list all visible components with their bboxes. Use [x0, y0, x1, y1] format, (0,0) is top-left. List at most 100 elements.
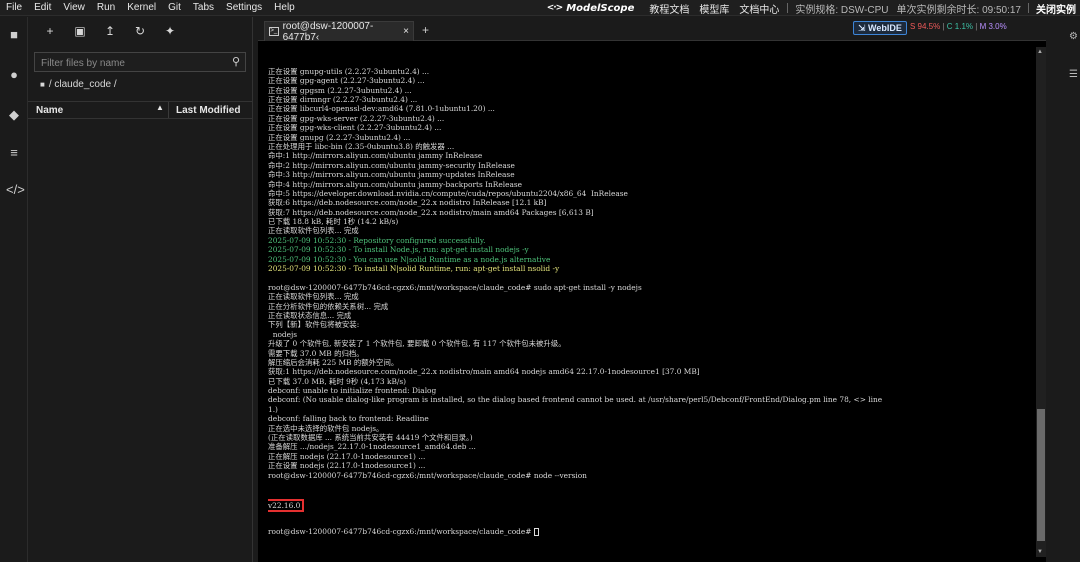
scroll-down-icon[interactable]: ▼	[1037, 549, 1043, 555]
scroll-up-icon[interactable]: ▲	[1037, 49, 1043, 55]
terminal-icon: >_	[269, 27, 279, 36]
folder-icon[interactable]: ■	[6, 27, 22, 43]
terminal-line: 2025-07-09 10:52:30 - You can use N|soli…	[268, 254, 551, 264]
menu-run[interactable]: Run	[91, 0, 121, 16]
git-clone-icon[interactable]: ✦	[158, 21, 182, 41]
sort-caret-up-icon[interactable]: ▲	[156, 103, 164, 112]
terminal-line: 获取:7 https://deb.nodesource.com/node_22.…	[268, 207, 594, 217]
metric-c: C 1.1%	[946, 22, 974, 31]
metric-m: M 3.0%	[979, 22, 1007, 31]
terminal-line: 2025-07-09 10:52:30 - Repository configu…	[268, 235, 486, 245]
menu-file[interactable]: File	[0, 0, 28, 16]
terminal-line: 已下载 18.8 kB, 耗时 1秒 (14.2 kB/s)	[268, 217, 399, 227]
terminal-scrollbar[interactable]: ▲ ▼	[1036, 47, 1046, 557]
terminal-line: 命中:3 http://mirrors.aliyun.com/ubuntu ja…	[268, 170, 515, 180]
link-model-hub[interactable]: 模型库	[694, 1, 734, 16]
resource-metrics: S 94.5% | C 1.1% | M 3.0%	[910, 22, 1007, 31]
settings-icon[interactable]: ⚙	[1069, 31, 1078, 42]
tab-terminal[interactable]: >_ root@dsw-1200007-6477b7‹ ×	[264, 21, 414, 43]
terminal-line: root@dsw-1200007-6477b746cd-cgzx6:/mnt/w…	[268, 470, 587, 480]
terminal-line: 正在设置 gpgsm (2.2.27-3ubuntu2.4) ...	[268, 85, 412, 95]
search-icon[interactable]: ⚲	[232, 55, 240, 68]
link-doc-center[interactable]: 文档中心	[734, 1, 784, 16]
scrollbar-thumb[interactable]	[1037, 409, 1045, 541]
terminal-line: 正在选中未选择的软件包 nodejs。	[268, 423, 384, 433]
filter-files-input[interactable]	[35, 54, 215, 73]
menu-help[interactable]: Help	[268, 0, 301, 16]
terminal-lines: 正在设置 gnupg-utils (2.2.27-3ubuntu2.4) ...…	[268, 67, 1034, 480]
terminal-line: 准备解压 .../nodejs_22.17.0-1nodesource1_amd…	[268, 442, 476, 452]
terminal-output[interactable]: 正在设置 gnupg-utils (2.2.27-3ubuntu2.4) ...…	[268, 48, 1034, 556]
code-icon[interactable]: </>	[6, 182, 25, 198]
terminal-line: 命中:5 https://developer.download.nvidia.c…	[268, 188, 628, 198]
close-instance-button[interactable]: 关闭实例	[1032, 1, 1080, 16]
upload-icon[interactable]: ↥	[98, 21, 122, 41]
right-sidebar: ⚙ ☰	[1066, 17, 1080, 562]
menu-edit[interactable]: Edit	[28, 0, 57, 16]
terminal-line: 2025-07-09 10:52:30 - To install Node.js…	[268, 245, 529, 255]
final-prompt: root@dsw-1200007-6477b746cd-cgzx6:/mnt/w…	[268, 527, 534, 537]
terminal-line: 正在设置 nodejs (22.17.0-1nodesource1) ...	[268, 461, 426, 471]
column-divider[interactable]	[168, 102, 169, 118]
folder-icon[interactable]: ■	[40, 80, 45, 89]
terminal-line: 正在设置 gpg-wks-client (2.2.27-3ubuntu2.4) …	[268, 123, 442, 133]
webide-label: WebIDE	[868, 23, 902, 33]
terminal-line: 正在读取软件包列表... 完成	[268, 226, 359, 236]
webide-button[interactable]: ⇲ WebIDE	[853, 21, 907, 35]
new-tab-button[interactable]: +	[422, 23, 429, 37]
terminal-cursor	[533, 528, 539, 537]
metric-s: S 94.5%	[910, 22, 941, 31]
terminal-line: 获取:1 https://deb.nodesource.com/node_22.…	[268, 367, 700, 377]
terminal-prompt-line: root@dsw-1200007-6477b746cd-cgzx6:/mnt/w…	[268, 527, 1034, 537]
new-folder-icon[interactable]: ▣	[68, 21, 92, 41]
menu-git[interactable]: Git	[162, 0, 187, 16]
running-icon[interactable]: ●	[6, 67, 22, 83]
terminal-line: 正在设置 gpg-wks-server (2.2.27-3ubuntu2.4) …	[268, 113, 445, 123]
activity-bar: ■ ● ◆ ≡ </>	[0, 17, 28, 562]
menu-view[interactable]: View	[57, 0, 91, 16]
terminal-line: 已下载 37.0 MB, 耗时 9秒 (4,173 kB/s)	[268, 376, 407, 386]
terminal-line: 获取:6 https://deb.nodesource.com/node_22.…	[268, 198, 547, 208]
terminal-line: 命中:2 http://mirrors.aliyun.com/ubuntu ja…	[268, 160, 515, 170]
git-icon[interactable]: ◆	[6, 107, 22, 123]
refresh-icon[interactable]: ↻	[128, 21, 152, 41]
terminal-line: 正在设置 gpg-agent (2.2.27-3ubuntu2.4) ...	[268, 76, 425, 86]
version-output-highlight: v22.16.0	[268, 498, 305, 512]
new-launcher-icon[interactable]: +	[38, 21, 62, 41]
terminal-line: 正在读取状态信息... 完成	[268, 310, 352, 320]
modelscope-logo[interactable]: <·> ModelScope	[547, 3, 635, 14]
terminal-line: 正在分析软件包的依赖关系树... 完成	[268, 301, 389, 311]
link-tutorials[interactable]: 教程文档	[644, 1, 694, 16]
close-icon[interactable]: ×	[403, 26, 409, 37]
property-inspector-icon[interactable]: ☰	[1069, 69, 1078, 80]
modelscope-logo-icon: <·>	[546, 3, 563, 13]
breadcrumb-path[interactable]: / claude_code /	[49, 79, 117, 90]
menu-settings[interactable]: Settings	[220, 0, 268, 16]
terminal-line: 正在设置 gnupg-utils (2.2.27-3ubuntu2.4) ...	[268, 66, 430, 76]
column-last-modified[interactable]: Last Modified	[176, 105, 240, 116]
toc-icon[interactable]: ≡	[6, 145, 22, 161]
terminal-line: 命中:1 http://mirrors.aliyun.com/ubuntu ja…	[268, 151, 483, 161]
terminal-line: debconf: (No usable dialog-like program …	[268, 395, 883, 405]
terminal-line: 升级了 0 个软件包, 新安装了 1 个软件包, 要卸载 0 个软件包, 有 1…	[268, 339, 566, 349]
terminal-line: 下列【新】软件包将被安装:	[268, 320, 360, 330]
file-browser: + ▣ ↥ ↻ ✦ ⚲ ■ / claude_code / Name ▲ Las…	[28, 17, 253, 562]
tab-bar: >_ root@dsw-1200007-6477b7‹ × + ⇲ WebIDE…	[258, 17, 1046, 43]
instance-spec: 实例规格: DSW-CPU	[795, 4, 889, 16]
menu-kernel[interactable]: Kernel	[121, 0, 162, 16]
filter-box: ⚲	[34, 52, 246, 73]
divider	[1028, 3, 1029, 13]
terminal-line: 1.)	[268, 404, 278, 414]
menu-tabs[interactable]: Tabs	[187, 0, 220, 16]
terminal-line: 正在设置 gnupg (2.2.27-3ubuntu2.4) ...	[268, 132, 411, 142]
terminal-line: nodejs	[268, 329, 298, 339]
terminal-line: 命中:4 http://mirrors.aliyun.com/ubuntu ja…	[268, 179, 523, 189]
column-name[interactable]: Name	[36, 105, 63, 116]
terminal-version-line: v22.16.0	[268, 498, 1034, 512]
terminal-line: root@dsw-1200007-6477b746cd-cgzx6:/mnt/w…	[268, 282, 642, 292]
terminal-line: debconf: unable to initialize frontend: …	[268, 386, 437, 396]
brand-name: ModelScope	[566, 2, 635, 14]
terminal-line: 解压缩后会消耗 225 MB 的额外空间。	[268, 357, 399, 367]
terminal-line: 2025-07-09 10:52:30 - To install N|solid…	[268, 264, 560, 274]
